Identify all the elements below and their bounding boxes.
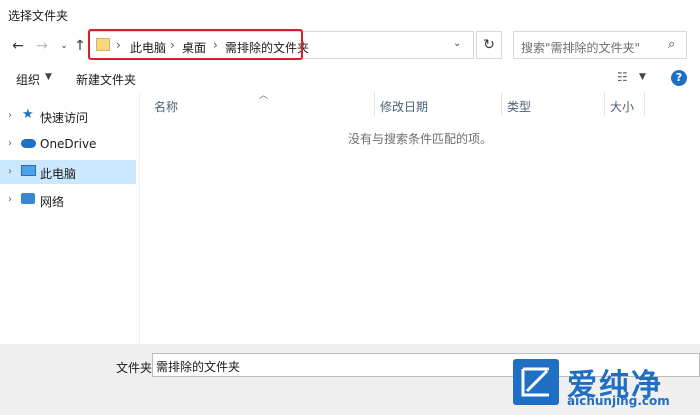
- column-divider[interactable]: [374, 92, 375, 116]
- recent-dropdown-icon[interactable]: ⌄: [56, 38, 72, 54]
- column-header-type[interactable]: 类型: [507, 98, 531, 115]
- watermark-logo-mark: [521, 367, 549, 397]
- column-header-name[interactable]: 名称: [154, 98, 178, 115]
- folder-field-label: 文件夹:: [116, 361, 157, 375]
- up-arrow-icon[interactable]: ↑: [72, 38, 88, 54]
- sidebar-item-label: OneDrive: [40, 137, 97, 151]
- forward-arrow-icon[interactable]: →: [34, 38, 50, 54]
- sidebar-item-label: 网络: [40, 195, 65, 209]
- window-title: 选择文件夹: [8, 9, 69, 23]
- sidebar-item-label: 此电脑: [40, 167, 77, 181]
- chevron-down-icon[interactable]: ▼: [45, 72, 52, 82]
- cloud-icon: [21, 139, 36, 148]
- help-icon[interactable]: ?: [671, 70, 687, 86]
- watermark-logo-icon: [513, 359, 559, 405]
- organize-button[interactable]: 组织: [16, 71, 40, 88]
- empty-list-message: 没有与搜索条件匹配的项。: [347, 132, 492, 146]
- sidebar-item-label: 快速访问: [40, 111, 89, 125]
- column-divider[interactable]: [501, 92, 502, 116]
- search-placeholder: 搜索"需排除的文件夹": [521, 41, 641, 55]
- chevron-down-icon[interactable]: ▼: [639, 72, 646, 82]
- refresh-icon[interactable]: ↻: [476, 31, 502, 59]
- computer-icon: [21, 165, 36, 176]
- new-folder-button[interactable]: 新建文件夹: [76, 71, 136, 88]
- folder-name-value: 需排除的文件夹: [156, 360, 241, 374]
- chevron-right-icon[interactable]: ›: [8, 138, 12, 149]
- column-divider[interactable]: [644, 92, 645, 116]
- view-options-icon[interactable]: ☷: [617, 70, 628, 84]
- sort-ascending-icon: ︿: [259, 91, 269, 101]
- chevron-right-icon[interactable]: ›: [8, 166, 12, 177]
- column-divider[interactable]: [604, 92, 605, 116]
- star-icon: ★: [22, 107, 34, 122]
- chevron-down-icon[interactable]: ⌄: [453, 38, 461, 49]
- back-arrow-icon[interactable]: ←: [10, 38, 26, 54]
- breadcrumb-highlight-box: [88, 29, 303, 60]
- column-header-date[interactable]: 修改日期: [380, 98, 428, 115]
- watermark-url: aichunjing.com: [567, 394, 670, 408]
- chevron-right-icon[interactable]: ›: [8, 194, 12, 205]
- chevron-right-icon[interactable]: ›: [8, 110, 12, 121]
- search-icon[interactable]: ⌕: [668, 37, 675, 52]
- column-header-size[interactable]: 大小: [610, 98, 634, 115]
- network-icon: [21, 193, 35, 204]
- title-bar: [0, 0, 700, 28]
